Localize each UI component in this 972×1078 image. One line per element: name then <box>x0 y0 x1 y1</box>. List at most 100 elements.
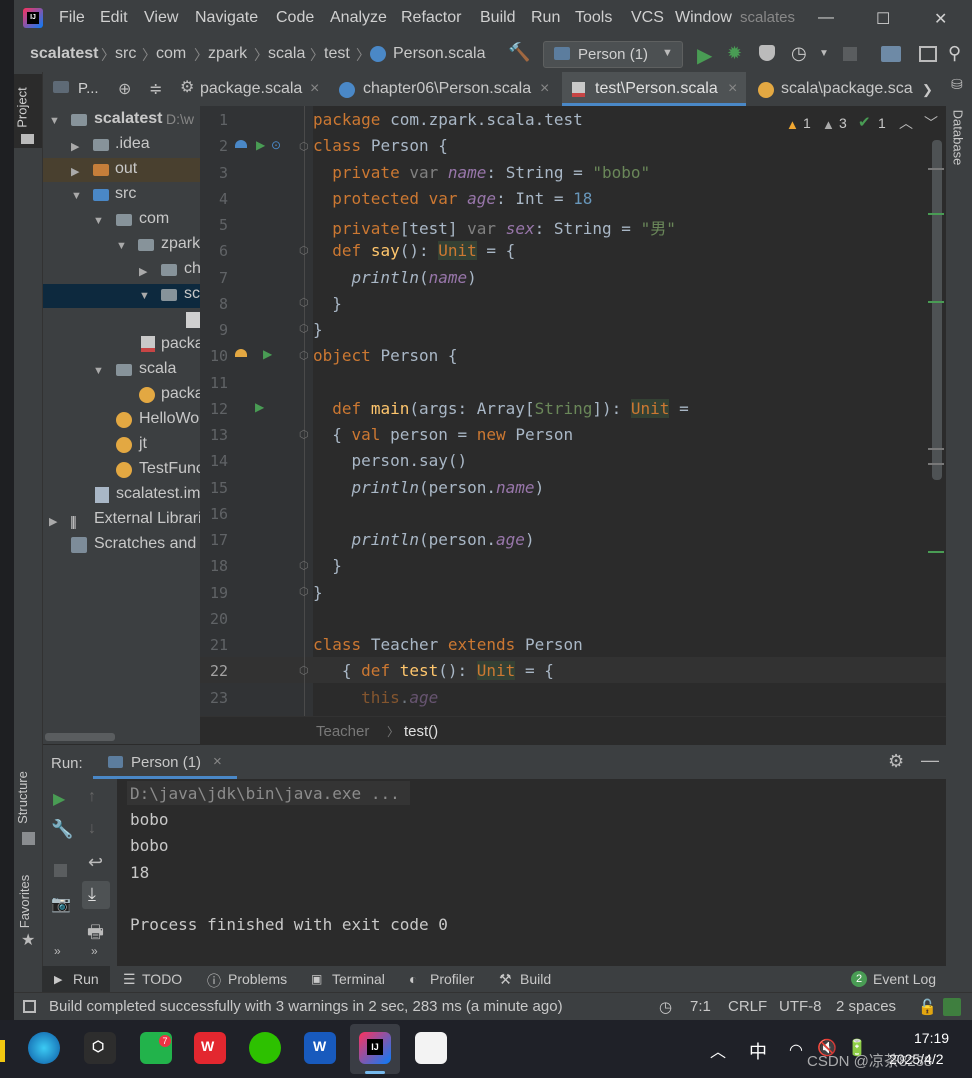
menu-view[interactable]: View <box>144 9 178 27</box>
memory-indicator-icon[interactable] <box>943 998 961 1016</box>
chevron-down-icon[interactable]: ▼ <box>819 48 829 59</box>
chevron-down-icon[interactable]: ▼ <box>93 365 104 377</box>
profile-icon[interactable]: ◷ <box>791 43 807 64</box>
tree-item-idea[interactable]: .idea <box>115 135 150 153</box>
chevron-down-icon[interactable]: ❯ <box>922 82 933 98</box>
search-icon[interactable]: ⚲ <box>948 43 961 64</box>
edge-browser-icon[interactable] <box>28 1032 60 1064</box>
debug-bug-icon[interactable]: ✹ <box>727 43 742 64</box>
chevron-up-icon[interactable]: ︿ <box>899 113 913 133</box>
menu-window[interactable]: Window <box>675 9 732 27</box>
run-config-dropdown[interactable]: Person (1) ▼ <box>543 41 683 68</box>
chevron-right-icon[interactable]: ▶ <box>49 515 57 528</box>
tool-tab-todo[interactable]: TODO <box>142 971 182 987</box>
close-icon[interactable]: × <box>728 80 737 98</box>
chevron-right-icon[interactable]: ▶ <box>139 265 147 278</box>
tree-item-testfunc[interactable]: TestFunc <box>139 460 204 478</box>
crumb-src[interactable]: src <box>115 45 136 63</box>
tree-item-com[interactable]: com <box>139 210 169 228</box>
locate-target-icon[interactable]: ⊕ <box>118 79 131 99</box>
chevron-down-icon[interactable]: ▼ <box>49 115 60 127</box>
structure-tool-label[interactable]: Structure <box>15 771 30 824</box>
stop-icon[interactable] <box>54 864 67 877</box>
close-button[interactable]: ✕ <box>934 9 947 29</box>
caret-position[interactable]: 7:1 <box>690 998 711 1015</box>
menu-analyze[interactable]: Analyze <box>330 9 387 27</box>
tree-item-hello[interactable]: HelloWo <box>139 410 199 428</box>
scala-file-icon[interactable] <box>186 312 200 328</box>
close-icon[interactable]: × <box>213 753 222 770</box>
fold-icon[interactable]: ⬡ <box>299 585 309 598</box>
tree-item-iml[interactable]: scalatest.im <box>116 485 200 503</box>
more-icon[interactable]: » <box>54 944 61 958</box>
gear-icon[interactable]: ⚙ <box>180 77 194 97</box>
intellij-logo-icon[interactable]: IJ <box>23 8 43 28</box>
chevron-down-icon[interactable]: ▼ <box>93 215 104 227</box>
subclass-marker-icon[interactable] <box>235 140 247 148</box>
tree-item-jt[interactable]: jt <box>139 435 147 453</box>
tree-root[interactable]: scalatest <box>94 110 163 128</box>
fold-icon[interactable]: ⬡ <box>299 664 309 677</box>
tool-tab-profiler[interactable]: Profiler <box>430 971 474 987</box>
chevron-right-icon[interactable]: ▶ <box>71 140 79 153</box>
editor-scrollbar[interactable] <box>932 140 942 480</box>
menu-build[interactable]: Build <box>480 9 516 27</box>
run-console[interactable] <box>117 779 946 966</box>
tab-test-person[interactable]: test\Person.scala <box>595 80 718 98</box>
rerun-icon[interactable]: ▶ <box>53 789 65 809</box>
tool-tab-run[interactable]: ▶ Run <box>42 966 110 992</box>
chevron-down-icon[interactable]: ﹀ <box>924 113 938 133</box>
chevron-down-icon[interactable]: ▼ <box>71 190 82 202</box>
database-tool-label[interactable]: Database <box>950 110 965 166</box>
breadcrumb-class[interactable]: Teacher <box>316 723 369 740</box>
menu-edit[interactable]: Edit <box>100 9 128 27</box>
menu-code[interactable]: Code <box>276 9 314 27</box>
tab-scala-package[interactable]: scala\package.sca <box>781 80 913 98</box>
maximize-button[interactable]: ☐ <box>876 9 890 29</box>
run-gutter-icon[interactable]: ▶ <box>255 400 264 414</box>
tool-tab-event-log[interactable]: Event Log <box>873 971 936 987</box>
collapse-all-icon[interactable]: ≑ <box>149 79 162 99</box>
camera-icon[interactable]: 📷 <box>51 894 71 914</box>
fold-icon[interactable]: ⬡ <box>299 244 309 257</box>
gear-icon[interactable]: ⚙ <box>888 751 904 772</box>
indent-setting[interactable]: 2 spaces <box>836 998 896 1015</box>
terminal-window-icon[interactable] <box>919 46 937 62</box>
horizontal-scrollbar[interactable] <box>45 733 115 741</box>
wechat-icon[interactable] <box>249 1032 281 1064</box>
word-icon[interactable]: W <box>304 1032 336 1064</box>
fold-icon[interactable]: ⬡ <box>299 428 309 441</box>
close-icon[interactable]: × <box>540 80 549 98</box>
fold-icon[interactable]: ⬡ <box>299 140 309 153</box>
tree-item-sc[interactable]: sc <box>184 285 200 303</box>
tree-item-zpark[interactable]: zpark <box>161 235 200 253</box>
chevron-down-icon[interactable]: ▼ <box>139 290 150 302</box>
tab-package-scala[interactable]: package.scala <box>200 80 302 98</box>
arrow-up-icon[interactable]: ↑ <box>88 788 96 806</box>
intellij-taskbar-icon[interactable]: IJ <box>359 1032 391 1064</box>
fold-icon[interactable]: ⬡ <box>299 322 309 335</box>
snipping-tool-icon[interactable] <box>415 1032 447 1064</box>
run-tab[interactable]: Person (1) × <box>93 745 237 779</box>
wifi-icon[interactable]: ◠ <box>789 1040 803 1060</box>
weak-warning-icon[interactable]: ▲ <box>822 117 835 132</box>
file-encoding[interactable]: UTF-8 <box>779 998 822 1015</box>
minimize-panel-icon[interactable]: — <box>921 750 939 771</box>
crumb-com[interactable]: com <box>156 45 186 63</box>
breadcrumb-method[interactable]: test() <box>404 723 438 740</box>
stop-icon[interactable] <box>843 47 857 61</box>
implemented-marker-icon[interactable]: ⊙ <box>271 138 281 152</box>
tree-item-scala[interactable]: scala <box>139 360 176 378</box>
arrow-down-icon[interactable]: ↓ <box>88 820 96 838</box>
crumb-scala[interactable]: scala <box>268 45 305 63</box>
minimize-button[interactable]: — <box>818 9 834 27</box>
more-icon[interactable]: » <box>91 944 98 958</box>
fold-icon[interactable]: ⬡ <box>299 349 309 362</box>
fold-icon[interactable]: ⬡ <box>299 296 309 309</box>
tool-tab-build[interactable]: Build <box>520 971 551 987</box>
soft-wrap-icon[interactable]: ↩ <box>88 852 103 873</box>
wps-office-icon[interactable]: W <box>194 1032 226 1064</box>
ime-indicator[interactable]: 中 <box>749 1038 767 1064</box>
unity-icon[interactable]: ⬡ <box>84 1032 116 1064</box>
tree-item-out[interactable]: out <box>115 160 137 178</box>
